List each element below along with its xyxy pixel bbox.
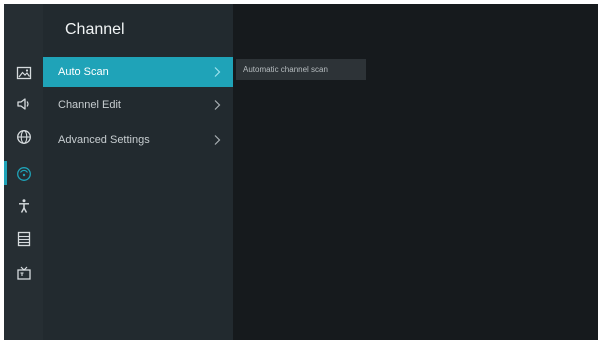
menu-item-advanced-settings[interactable]: Advanced Settings xyxy=(43,125,233,155)
menu-item-label: Auto Scan xyxy=(58,66,109,78)
chevron-right-icon xyxy=(214,100,221,110)
category-rail xyxy=(4,4,43,340)
menu-item-label: Channel Edit xyxy=(58,99,121,111)
accessibility-icon xyxy=(18,199,29,213)
system-icon xyxy=(17,231,30,247)
menu-item-label: Advanced Settings xyxy=(58,134,150,146)
tv-icon xyxy=(16,266,31,280)
rail-item-system[interactable] xyxy=(4,226,43,252)
panel-title: Channel xyxy=(65,21,125,38)
rail-item-tv[interactable] xyxy=(4,260,43,286)
menu-item-auto-scan[interactable]: Auto Scan xyxy=(43,57,233,87)
rail-item-picture[interactable] xyxy=(4,60,43,86)
help-tooltip: Automatic channel scan xyxy=(236,59,366,80)
rail-item-network[interactable] xyxy=(4,124,43,150)
channel-menu-panel: Channel Auto Scan Channel Edit Advanced … xyxy=(43,4,233,340)
picture-icon xyxy=(16,66,31,80)
chevron-right-icon xyxy=(214,135,221,145)
tv-settings-screen: Channel Auto Scan Channel Edit Advanced … xyxy=(4,4,598,340)
chevron-right-icon xyxy=(214,67,221,77)
rail-item-sound[interactable] xyxy=(4,91,43,117)
sound-icon xyxy=(16,98,29,110)
network-icon xyxy=(16,130,31,144)
rail-item-channel[interactable] xyxy=(4,161,43,187)
menu-item-channel-edit[interactable]: Channel Edit xyxy=(43,90,233,120)
channel-icon xyxy=(16,167,31,181)
rail-item-accessibility[interactable] xyxy=(4,193,43,219)
